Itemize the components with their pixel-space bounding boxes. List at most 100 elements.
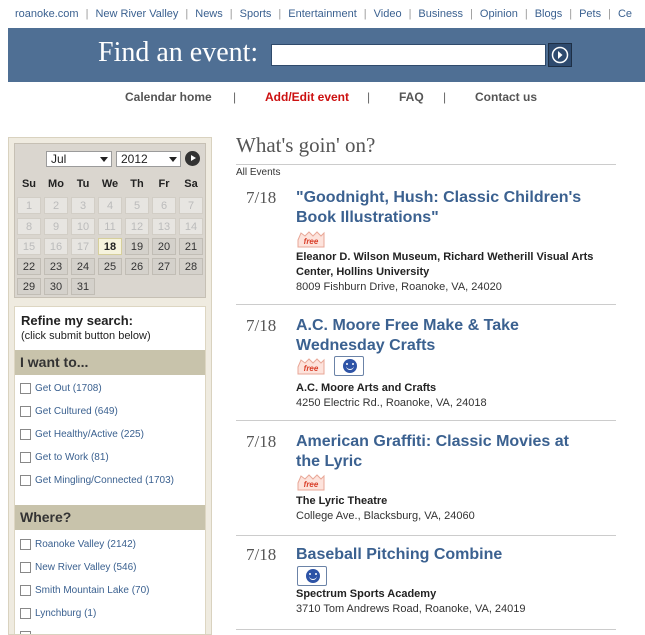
filter-option-label[interactable]: Roanoke Valley (2142)	[35, 539, 136, 550]
event-venue: Spectrum Sports Academy	[296, 588, 437, 600]
next-month-icon[interactable]	[185, 151, 200, 166]
calendar-day[interactable]: 25	[98, 258, 122, 275]
calendar-day[interactable]: 31	[71, 278, 95, 295]
event-venue: Eleanor D. Wilson Museum, Richard Wether…	[296, 251, 594, 278]
calendar-day[interactable]: 24	[71, 258, 95, 275]
topnav-opinion[interactable]: Opinion	[480, 0, 518, 28]
faq-link[interactable]: FAQ	[399, 90, 424, 104]
calendar-day[interactable]: 27	[152, 258, 176, 275]
calendar-day: 12	[125, 218, 149, 235]
mini-calendar: Jul 2012 Su Mo Tu We Th Fr Sa 1 2 3 4 5 6 7 8 9 10 11 12 13…	[14, 143, 206, 298]
topnav-sports[interactable]: Sports	[240, 0, 272, 28]
go-arrow-icon	[551, 46, 569, 64]
calendar-day: 17	[71, 238, 95, 255]
topnav-business[interactable]: Business	[418, 0, 463, 28]
calendar-day: 6	[152, 197, 176, 214]
checkbox[interactable]	[20, 607, 31, 619]
filter-option[interactable]: Lynchburg (1)	[20, 607, 96, 623]
page-title: What's goin' on?	[236, 133, 376, 157]
kid-friendly-icon	[297, 566, 327, 586]
topnav-roanoke[interactable]: roanoke.com	[15, 0, 79, 28]
month-select[interactable]: Jul	[46, 151, 112, 167]
filter-option[interactable]: New River Valley (546)	[20, 561, 137, 577]
filter-option-label[interactable]: Lynchburg (1)	[35, 608, 96, 619]
event-search-input[interactable]	[271, 44, 546, 66]
checkbox[interactable]	[20, 382, 31, 394]
topnav-separator: |	[608, 8, 611, 20]
checkbox[interactable]	[20, 474, 31, 486]
event-venue: The Lyric Theatre	[296, 495, 388, 507]
topnav-blogs[interactable]: Blogs	[535, 0, 563, 28]
calendar-home-link[interactable]: Calendar home	[125, 90, 212, 104]
filter-option[interactable]: Get Healthy/Active (225)	[20, 428, 144, 444]
topnav-news[interactable]: News	[195, 0, 223, 28]
calendar-day[interactable]: 26	[125, 258, 149, 275]
topnav-cut-off[interactable]: Ce	[618, 0, 632, 28]
topnav-separator: |	[569, 8, 573, 20]
topnav-nrv[interactable]: New River Valley	[95, 0, 178, 28]
calendar-day: 7	[179, 197, 203, 214]
calendar-day[interactable]: 22	[17, 258, 41, 275]
subnav-separator: |	[367, 90, 371, 104]
event-title[interactable]: A.C. Moore Free Make & Take Wednesday Cr…	[296, 316, 596, 356]
checkbox[interactable]	[20, 584, 31, 596]
topnav-entertainment[interactable]: Entertainment	[288, 0, 356, 28]
calendar-day[interactable]: 30	[44, 278, 68, 295]
chevron-down-icon	[100, 157, 108, 162]
event-address: College Ave., Blacksburg, VA, 24060	[296, 510, 475, 522]
calendar-day: 8	[17, 218, 41, 235]
weekday-header: Fr	[158, 178, 170, 190]
checkbox[interactable]	[20, 630, 31, 634]
event-divider	[236, 304, 616, 305]
weekday-header: Su	[21, 178, 37, 190]
checkbox[interactable]	[20, 451, 31, 463]
svg-text:free: free	[304, 364, 319, 373]
calendar-day[interactable]: 21	[179, 238, 203, 255]
search-go-button[interactable]	[548, 43, 572, 67]
filter-option[interactable]	[20, 630, 35, 634]
event-date: 7/18	[246, 545, 277, 564]
calendar-day: 3	[71, 197, 95, 214]
calendar-day[interactable]: 20	[152, 238, 176, 255]
event-item: 7/18 American Graffiti: Classic Movies a…	[236, 432, 616, 536]
smiley-icon	[306, 569, 320, 583]
topnav-video[interactable]: Video	[374, 0, 402, 28]
filter-option[interactable]: Get to Work (81)	[20, 451, 109, 467]
filter-option[interactable]: Get Cultured (649)	[20, 405, 118, 421]
filter-option-label[interactable]: Get Out (1708)	[35, 383, 102, 394]
filter-option-label[interactable]: Get Healthy/Active (225)	[35, 429, 144, 440]
filter-option-label[interactable]: New River Valley (546)	[35, 562, 137, 573]
filter-option-label[interactable]: Get Mingling/Connected (1703)	[35, 475, 174, 486]
year-select[interactable]: 2012	[116, 151, 181, 167]
filter-option-label[interactable]: Get to Work (81)	[35, 452, 109, 463]
checkbox[interactable]	[20, 405, 31, 417]
contact-us-link[interactable]: Contact us	[475, 90, 537, 104]
calendar-day[interactable]: 18	[98, 238, 122, 255]
event-date: 7/18	[246, 316, 277, 335]
filter-option-label[interactable]: Get Cultured (649)	[35, 406, 118, 417]
calendar-day[interactable]: 19	[125, 238, 149, 255]
event-item: 7/18 A.C. Moore Free Make & Take Wednesd…	[236, 316, 616, 421]
event-title[interactable]: American Graffiti: Classic Movies at the…	[296, 432, 596, 472]
filter-option[interactable]: Get Mingling/Connected (1703)	[20, 474, 174, 490]
checkbox[interactable]	[20, 561, 31, 573]
subnav-separator: |	[233, 90, 237, 104]
add-edit-event-link[interactable]: Add/Edit event	[265, 90, 349, 104]
filter-option[interactable]: Smith Mountain Lake (70)	[20, 584, 150, 600]
weekday-header: We	[101, 178, 119, 190]
checkbox[interactable]	[20, 538, 31, 550]
calendar-day[interactable]: 29	[17, 278, 41, 295]
event-title[interactable]: "Goodnight, Hush: Classic Children's Boo…	[296, 188, 596, 228]
event-title[interactable]: Baseball Pitching Combine	[296, 545, 596, 565]
calendar-day: 16	[44, 238, 68, 255]
filter-option[interactable]: Roanoke Valley (2142)	[20, 538, 136, 554]
filter-option[interactable]: Get Out (1708)	[20, 382, 102, 398]
weekday-header: Mo	[48, 178, 64, 190]
calendar-day[interactable]: 23	[44, 258, 68, 275]
calendar-day: 2	[44, 197, 68, 214]
filter-option-label[interactable]: Smith Mountain Lake (70)	[35, 585, 150, 596]
checkbox[interactable]	[20, 428, 31, 440]
calendar-day[interactable]: 28	[179, 258, 203, 275]
topnav-pets[interactable]: Pets	[579, 0, 601, 28]
year-select-value: 2012	[121, 152, 148, 166]
